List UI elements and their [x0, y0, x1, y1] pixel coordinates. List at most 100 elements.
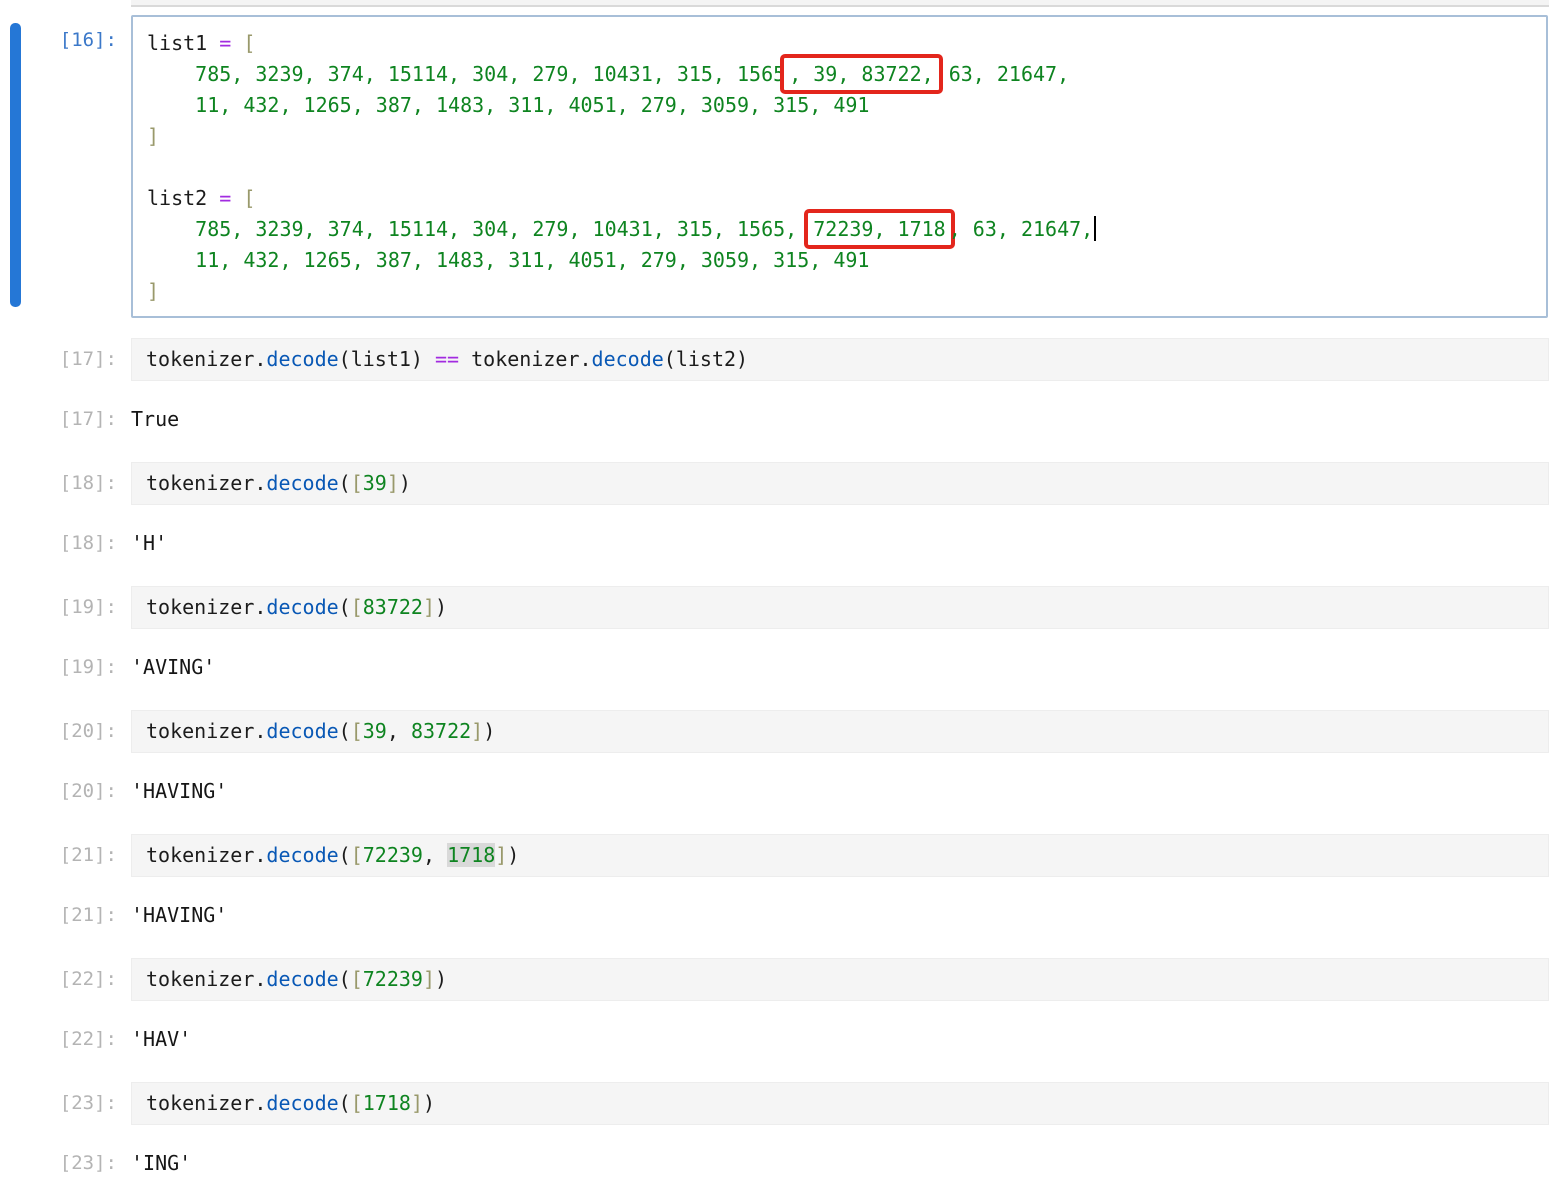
code-token: tokenizer. [146, 1091, 266, 1115]
execution-count-prompt: [22]: [0, 1028, 131, 1051]
code-token: ) [399, 471, 411, 495]
code-token [231, 186, 243, 210]
code-token: [ [351, 1091, 363, 1115]
execution-count-prompt: [19]: [0, 656, 131, 679]
code-input[interactable]: tokenizer.decode([72239, 1718]) [131, 834, 1549, 877]
cell-output: [22]:'HAV' [0, 1028, 1564, 1051]
code-token: 83722 [411, 719, 471, 743]
code-input[interactable]: tokenizer.decode([1718]) [131, 1082, 1549, 1125]
code-input[interactable]: tokenizer.decode([83722]) [131, 586, 1549, 629]
code-line[interactable]: 785, 3239, 374, 15114, 304, 279, 10431, … [147, 214, 1532, 245]
code-token: ) [507, 843, 519, 867]
code-token: tokenizer. [146, 471, 266, 495]
code-token: tokenizer. [146, 967, 266, 991]
cell-output: [20]:'HAVING' [0, 780, 1564, 803]
execution-count-prompt: [21]: [0, 904, 131, 927]
code-token: = [219, 31, 231, 55]
code-token: ( [339, 843, 351, 867]
code-token: ] [423, 967, 435, 991]
cell-output: [23]:'ING' [0, 1152, 1564, 1175]
code-token: == [435, 347, 459, 371]
cell-output: [19]:'AVING' [0, 656, 1564, 679]
code-token: 72239 [363, 967, 423, 991]
code-token: 785, 3239, 374, 15114, 304, 279, 10431, … [195, 62, 785, 86]
code-token: 63, 21647, [937, 62, 1069, 86]
code-token: (list2) [664, 347, 748, 371]
code-token: ] [411, 1091, 423, 1115]
code-token: tokenizer. [146, 347, 266, 371]
code-cell: [17]:tokenizer.decode(list1) == tokenize… [0, 338, 1564, 381]
code-token: ) [435, 595, 447, 619]
execution-count-prompt: [21]: [0, 834, 131, 867]
code-token: ( [339, 471, 351, 495]
code-line[interactable]: ] [147, 276, 1532, 307]
cell-output: [17]:True [0, 408, 1564, 431]
code-input[interactable]: tokenizer.decode([39, 83722]) [131, 710, 1549, 753]
code-cell-active: [16]:list1 = [ 785, 3239, 374, 15114, 30… [0, 15, 1564, 318]
execution-count-prompt: [17]: [0, 408, 131, 431]
code-token: , [423, 843, 447, 867]
execution-count-prompt: [18]: [0, 462, 131, 495]
text-cursor [1094, 216, 1096, 241]
code-token: ] [147, 279, 159, 303]
code-token: [ [351, 471, 363, 495]
code-token: decode [266, 967, 338, 991]
code-line[interactable] [147, 152, 1532, 183]
code-token: decode [266, 595, 338, 619]
code-token [147, 62, 195, 86]
code-token: 83722 [363, 595, 423, 619]
output-text: 'HAVING' [131, 780, 1564, 803]
execution-count-prompt: [20]: [0, 780, 131, 803]
output-text: 'AVING' [131, 656, 1564, 679]
code-token: [ [243, 31, 255, 55]
output-text: 'HAVING' [131, 904, 1564, 927]
code-token: 72239 [363, 843, 423, 867]
code-editor[interactable]: list1 = [ 785, 3239, 374, 15114, 304, 27… [131, 15, 1548, 318]
code-token: decode [592, 347, 664, 371]
code-input[interactable]: tokenizer.decode([72239]) [131, 958, 1549, 1001]
code-line[interactable]: ] [147, 121, 1532, 152]
code-token: decode [266, 719, 338, 743]
code-line[interactable]: 11, 432, 1265, 387, 1483, 311, 4051, 279… [147, 90, 1532, 121]
code-token: ] [387, 471, 399, 495]
output-text: True [131, 408, 1564, 431]
code-token: ) [483, 719, 495, 743]
code-line[interactable]: 785, 3239, 374, 15114, 304, 279, 10431, … [147, 59, 1532, 90]
code-token: ( [339, 719, 351, 743]
code-token: decode [266, 843, 338, 867]
code-token: list1 [147, 31, 219, 55]
code-cell: [22]:tokenizer.decode([72239]) [0, 958, 1564, 1001]
previous-cell-edge [131, 0, 1549, 7]
code-token: ( [339, 1091, 351, 1115]
code-token: 1718 [363, 1091, 411, 1115]
code-token [147, 248, 195, 272]
execution-count-prompt: [23]: [0, 1082, 131, 1115]
code-token: [ [351, 843, 363, 867]
execution-count-prompt: [18]: [0, 532, 131, 555]
red-annotation-box: , 39, 83722, [780, 54, 943, 94]
code-token: = [219, 186, 231, 210]
execution-count-prompt: [22]: [0, 958, 131, 991]
code-token: tokenizer. [146, 719, 266, 743]
code-token: ) [435, 967, 447, 991]
code-token: tokenizer. [146, 595, 266, 619]
code-cell: [20]:tokenizer.decode([39, 83722]) [0, 710, 1564, 753]
execution-count-prompt: [20]: [0, 710, 131, 743]
code-token: decode [266, 1091, 338, 1115]
code-token: 39 [363, 719, 387, 743]
code-token: [ [351, 719, 363, 743]
code-token: tokenizer. [459, 347, 591, 371]
execution-count-prompt: [19]: [0, 586, 131, 619]
code-token: 785, 3239, 374, 15114, 304, 279, 10431, … [195, 217, 809, 241]
code-input[interactable]: tokenizer.decode([39]) [131, 462, 1549, 505]
code-token: decode [266, 471, 338, 495]
active-cell-collapser-bar[interactable] [10, 23, 21, 307]
code-token: , [387, 719, 411, 743]
code-token: 1718 [447, 843, 495, 867]
code-token: , 63, 21647, [949, 217, 1094, 241]
code-cell: [21]:tokenizer.decode([72239, 1718]) [0, 834, 1564, 877]
red-annotation-box: 72239, 1718 [804, 209, 954, 249]
code-token: [ [351, 967, 363, 991]
code-input[interactable]: tokenizer.decode(list1) == tokenizer.dec… [131, 338, 1549, 381]
code-line[interactable]: 11, 432, 1265, 387, 1483, 311, 4051, 279… [147, 245, 1532, 276]
